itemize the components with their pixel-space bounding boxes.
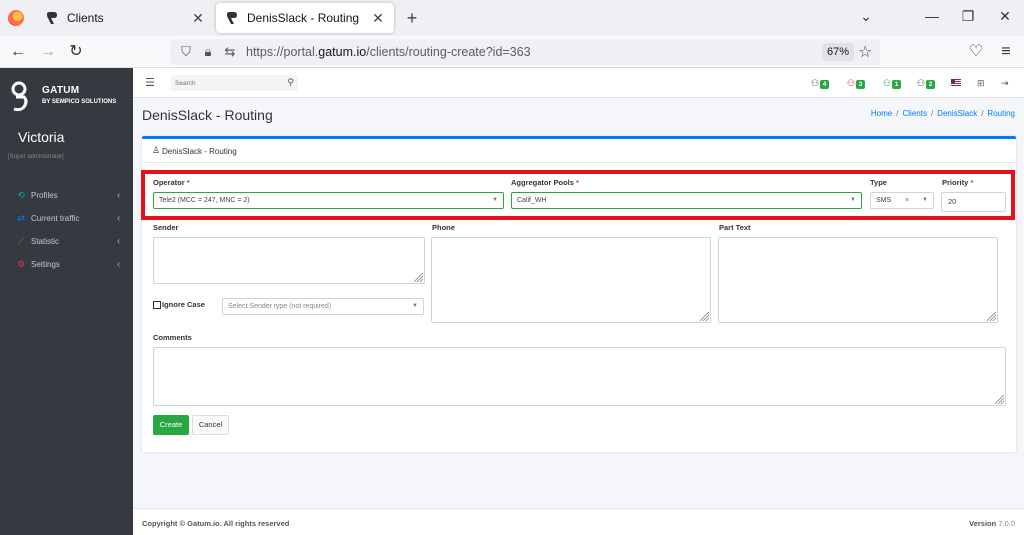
breadcrumb-routing[interactable]: Routing <box>987 109 1015 118</box>
main-content: DenisSlack - Routing Home / Clients / DenisS… <box>133 98 1024 508</box>
chart-line-icon: ⟋ <box>17 236 25 246</box>
sidebar-item-profiles[interactable]: ⟲ Profiles ‹ <box>0 185 133 205</box>
chevron-left-icon: ‹ <box>117 212 121 224</box>
app-topbar: ☰ ⚲ ⚇4 ⚇3 ⚇1 ⚇2 ⊞ ⇥ <box>133 68 1024 98</box>
sidebar-item-current-traffic[interactable]: ⇄ Current traffic ‹ <box>0 208 133 228</box>
notifications-users-icon[interactable]: ⚇ 4 <box>811 78 831 90</box>
ignore-case-checkbox[interactable] <box>153 301 161 309</box>
comments-label: Comments <box>153 333 192 342</box>
profiles-icon: ⟲ <box>17 190 25 200</box>
sidebar-item-label: Profiles <box>31 190 58 200</box>
tasks-icon[interactable]: ⚇ 2 <box>917 78 937 90</box>
zoom-level-badge[interactable]: 67% <box>822 43 855 61</box>
resize-grip-icon[interactable] <box>414 273 423 282</box>
browser-navbar: ← → ↻ ⛉ 🔒︎ ⇆ https://portal.gatum.io/cli… <box>0 36 1024 68</box>
sidebar-item-label: Current traffic <box>31 213 80 223</box>
brand-name: GATUM <box>42 85 80 96</box>
gatum-favicon-icon <box>225 11 239 25</box>
us-flag-icon[interactable] <box>951 78 971 90</box>
part-text-label: Part Text <box>719 223 751 232</box>
breadcrumb-home[interactable]: Home <box>871 109 892 118</box>
logout-icon[interactable]: ⇥ <box>1001 78 1021 90</box>
browser-tab-routing[interactable]: DenisSlack - Routing ✕ <box>216 3 394 33</box>
sidebar-item-statistic[interactable]: ⟋ Statistic ‹ <box>0 231 133 251</box>
dropdown-caret-icon: ▼ <box>412 303 418 309</box>
brand-subtitle: BY SEMPICO SOLUTIONS <box>42 99 117 105</box>
bookmark-star-icon[interactable]: ☆ <box>858 42 872 62</box>
cancel-button[interactable]: Cancel <box>192 415 229 435</box>
sender-textarea[interactable] <box>153 237 425 284</box>
gatum-favicon-icon <box>45 11 59 25</box>
sender-type-select[interactable]: Select Sender type (not required) ▼ <box>222 298 424 315</box>
sidebar-item-label: Statistic <box>31 236 60 246</box>
app-menu-icon[interactable]: ≡ <box>996 42 1016 62</box>
pocket-icon[interactable]: ♡ <box>966 42 986 62</box>
chevron-left-icon: ‹ <box>117 258 121 270</box>
ignore-case-label[interactable]: Ignore Case <box>162 300 205 309</box>
tab-title: DenisSlack - Routing <box>247 11 360 25</box>
user-name[interactable]: Victoria <box>18 129 64 145</box>
sidebar-item-settings[interactable]: ⚙ Settings ‹ <box>0 254 133 274</box>
minimize-icon[interactable]: — <box>922 8 942 24</box>
copyright-text: Copyright © Gatum.io. All rights reserve… <box>142 519 290 528</box>
part-text-textarea[interactable] <box>718 237 998 323</box>
comments-textarea[interactable] <box>153 347 1006 406</box>
user-requests-icon[interactable]: ⚇ 1 <box>883 78 903 90</box>
phone-textarea[interactable] <box>431 237 711 323</box>
browser-tab-strip: Clients ✕ DenisSlack - Routing ✕ + ⌄ — ❐… <box>0 0 1024 36</box>
close-icon[interactable]: ✕ <box>188 10 208 27</box>
menu-toggle-icon[interactable]: ☰ <box>145 76 155 89</box>
close-icon[interactable]: ✕ <box>368 10 388 27</box>
gatum-logo-icon <box>11 81 28 112</box>
resize-grip-icon[interactable] <box>995 395 1004 404</box>
url-text[interactable]: https://portal.gatum.io/clients/routing-… <box>246 45 531 59</box>
app-sidebar: GATUM BY SEMPICO SOLUTIONS Victoria [Sup… <box>0 68 133 535</box>
sender-label: Sender <box>153 223 179 232</box>
count-badge: 1 <box>892 80 901 89</box>
restore-icon[interactable]: ❐ <box>958 8 978 25</box>
page-title: DenisSlack - Routing <box>142 107 273 123</box>
resize-grip-icon[interactable] <box>987 312 996 321</box>
traffic-icon: ⇄ <box>17 213 25 223</box>
browser-tab-clients[interactable]: Clients ✕ <box>36 3 214 33</box>
page-footer: Copyright © Gatum.io. All rights reserve… <box>133 508 1024 535</box>
forward-arrow-icon[interactable]: → <box>38 42 58 62</box>
gear-icon: ⚙ <box>16 259 26 269</box>
count-badge: 3 <box>856 80 865 89</box>
search-input[interactable] <box>175 75 275 91</box>
chevron-left-icon: ‹ <box>117 189 121 201</box>
shield-icon[interactable]: ⛉ <box>178 44 194 60</box>
breadcrumb-client[interactable]: DenisSlack <box>937 109 977 118</box>
breadcrumb: Home / Clients / DenisSlack / Routing <box>870 109 1015 118</box>
window-close-icon[interactable]: ✕ <box>995 8 1015 25</box>
user-icon: ♙ <box>152 145 161 155</box>
card-header: ♙ DenisSlack - Routing <box>142 139 1016 163</box>
search-box[interactable]: ⚲ <box>171 75 298 91</box>
new-tab-button[interactable]: + <box>402 7 422 29</box>
firefox-logo-icon[interactable] <box>8 10 24 26</box>
chevron-left-icon: ‹ <box>117 235 121 247</box>
url-bar[interactable]: ⛉ 🔒︎ ⇆ https://portal.gatum.io/clients/r… <box>170 39 880 65</box>
tab-title: Clients <box>67 11 104 25</box>
permissions-icon[interactable]: ⇆ <box>222 44 238 60</box>
alerts-icon[interactable]: ⚇ 3 <box>847 78 867 90</box>
grid-icon[interactable]: ⊞ <box>977 78 997 90</box>
count-badge: 4 <box>820 80 829 89</box>
highlight-box <box>141 170 1015 220</box>
back-arrow-icon[interactable]: ← <box>8 42 28 62</box>
tab-list-chevron-icon[interactable]: ⌄ <box>856 8 876 25</box>
resize-grip-icon[interactable] <box>700 312 709 321</box>
search-icon[interactable]: ⚲ <box>287 77 294 88</box>
lock-icon[interactable]: 🔒︎ <box>200 44 216 60</box>
sidebar-item-label: Settings <box>31 259 60 269</box>
card-title: DenisSlack - Routing <box>162 147 237 156</box>
sender-type-placeholder: Select Sender type (not required) <box>228 303 332 310</box>
breadcrumb-clients[interactable]: Clients <box>902 109 926 118</box>
user-role: [Super administrator] <box>8 154 64 160</box>
count-badge: 2 <box>926 80 935 89</box>
create-button[interactable]: Create <box>153 415 189 435</box>
phone-label: Phone <box>432 223 455 232</box>
version-text: Version 7.0.0 <box>969 519 1015 528</box>
reload-icon[interactable]: ↻ <box>66 42 86 62</box>
